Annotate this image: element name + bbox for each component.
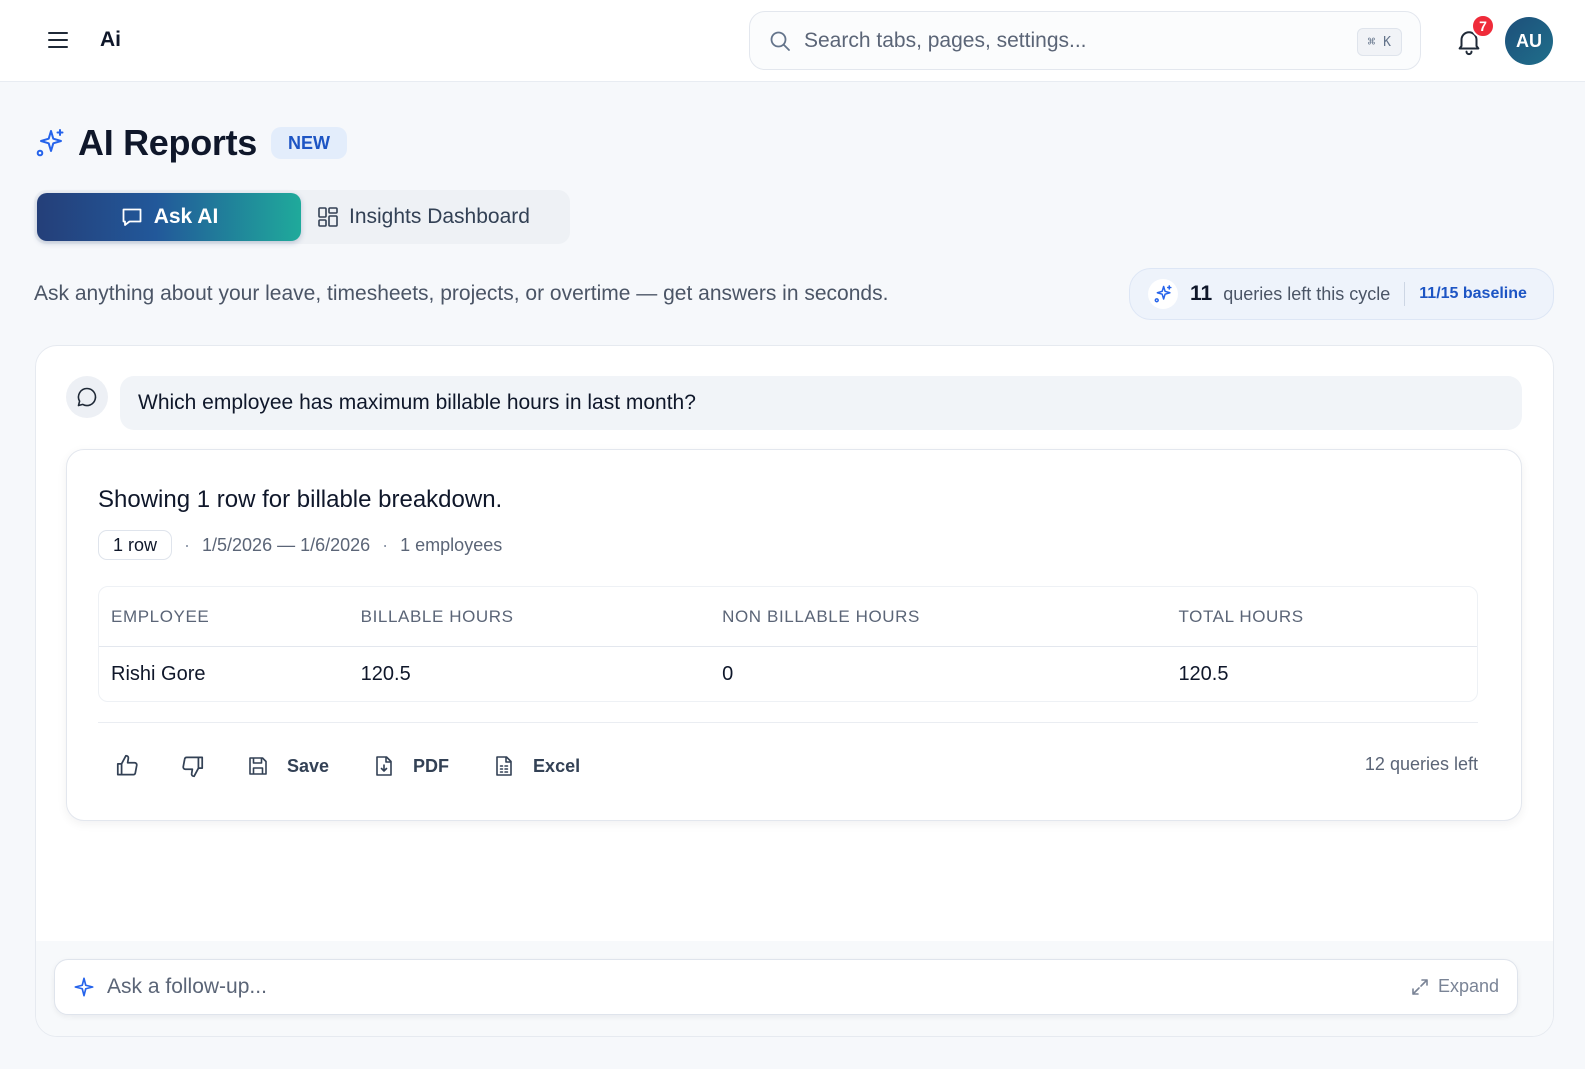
column-header: EMPLOYEE xyxy=(111,606,210,626)
expand-button[interactable]: Expand xyxy=(1410,976,1499,997)
thumbs-down-icon xyxy=(182,756,204,778)
search-icon xyxy=(770,31,790,51)
expand-icon xyxy=(1412,978,1428,995)
quota-count: 11 xyxy=(1190,282,1213,305)
answer-card: Showing 1 row for billable breakdown. 1 … xyxy=(66,449,1522,821)
quota-icon-wrap xyxy=(1148,279,1178,309)
query-quota: 11 queries left this cycle 11/15 baselin… xyxy=(1129,268,1554,320)
search-box[interactable]: ⌘ K xyxy=(749,11,1421,70)
dashboard-grid-icon xyxy=(318,207,338,227)
thumbs-up-button[interactable] xyxy=(114,753,140,779)
sparkles-icon xyxy=(36,129,64,157)
column-header: TOTAL HOURS xyxy=(1178,606,1304,626)
excel-label: Excel xyxy=(533,755,581,776)
employee-count: 1 employees xyxy=(400,534,503,555)
table-row: Rishi Gore 120.5 0 120.5 xyxy=(99,647,1477,701)
column-header: BILLABLE HOURS xyxy=(360,606,514,626)
conversation-card: Which employee has maximum billable hour… xyxy=(35,345,1554,1037)
file-download-icon xyxy=(376,756,392,776)
composer-area: Expand xyxy=(36,941,1553,1036)
actions-divider xyxy=(98,722,1478,723)
hamburger-icon xyxy=(48,32,68,48)
follow-up-box[interactable]: Expand xyxy=(54,959,1518,1015)
menu-button[interactable] xyxy=(44,26,72,54)
excel-export-button[interactable]: Excel xyxy=(492,754,580,778)
results-table: EMPLOYEE BILLABLE HOURS NON BILLABLE HOU… xyxy=(98,586,1478,702)
table-cell: Rishi Gore xyxy=(111,662,206,685)
answer-title: Showing 1 row for billable breakdown. xyxy=(98,486,503,513)
pdf-label: PDF xyxy=(413,755,450,776)
expand-label: Expand xyxy=(1437,976,1499,996)
page-subtitle: Ask anything about your leave, timesheet… xyxy=(34,282,889,305)
tab-ask-ai-label: Ask AI xyxy=(153,205,219,228)
meta-separator: · xyxy=(382,534,389,555)
table-cell: 120.5 xyxy=(360,662,411,685)
answer-actions: Save PDF Excel 12 queries left xyxy=(98,746,1478,786)
meta-separator: · xyxy=(184,534,191,555)
page-title: AI Reports xyxy=(78,122,258,163)
sparkle-icon xyxy=(74,977,94,997)
tab-bar: Ask AI Insights Dashboard xyxy=(34,190,570,244)
save-button[interactable]: Save xyxy=(246,754,329,778)
column-header: NON BILLABLE HOURS xyxy=(722,606,920,626)
save-icon xyxy=(249,757,267,775)
search-input[interactable] xyxy=(804,28,1324,53)
table-header: EMPLOYEE BILLABLE HOURS NON BILLABLE HOU… xyxy=(99,587,1477,647)
tab-insights-label: Insights Dashboard xyxy=(349,205,530,228)
new-badge: NEW xyxy=(271,127,348,159)
question-avatar xyxy=(66,376,108,418)
quota-baseline: 11/15 baseline xyxy=(1419,285,1527,302)
quota-label: queries left this cycle xyxy=(1223,283,1391,304)
tab-ask-ai[interactable]: Ask AI xyxy=(37,193,301,241)
answer-meta: 1 row · 1/5/2026 — 1/6/2026 · 1 employee… xyxy=(98,530,502,560)
queries-left-note: 12 queries left xyxy=(1364,754,1478,774)
thumbs-down-button[interactable] xyxy=(180,753,206,779)
table-cell: 120.5 xyxy=(1178,662,1229,685)
top-bar: Ai ⌘ K 7 AU xyxy=(0,0,1585,82)
chat-icon xyxy=(122,208,142,226)
thumbs-up-icon xyxy=(116,754,138,776)
table-cell: 0 xyxy=(722,662,734,685)
follow-up-input[interactable] xyxy=(107,975,1307,999)
app-name: Ai xyxy=(100,28,121,51)
date-range: 1/5/2026 — 1/6/2026 xyxy=(202,534,371,555)
row-count-pill: 1 row xyxy=(98,530,173,560)
sparkles-icon xyxy=(1154,285,1172,303)
user-avatar[interactable]: AU xyxy=(1505,17,1553,65)
search-shortcut-hint: ⌘ K xyxy=(1356,28,1402,56)
spreadsheet-icon xyxy=(496,756,512,776)
page-header: AI Reports NEW xyxy=(34,122,348,164)
notification-count-badge: 7 xyxy=(1471,14,1495,38)
quota-divider xyxy=(1404,282,1406,306)
pdf-export-button[interactable]: PDF xyxy=(372,754,449,778)
tab-insights-dashboard[interactable]: Insights Dashboard xyxy=(317,193,567,241)
user-question: Which employee has maximum billable hour… xyxy=(120,376,1522,430)
save-label: Save xyxy=(287,755,330,776)
message-circle-icon xyxy=(77,387,97,407)
